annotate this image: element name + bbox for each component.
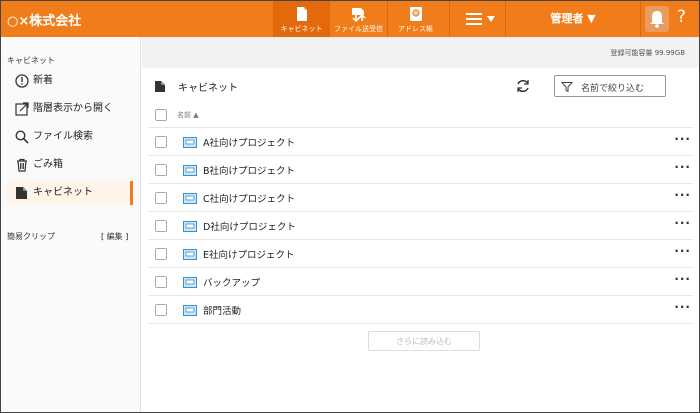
table-header: 名前 ▲ xyxy=(154,107,689,125)
folder-icon xyxy=(183,277,197,288)
more-options-icon[interactable]: ··· xyxy=(674,244,691,258)
list-divider xyxy=(148,323,693,324)
cabinet-icon xyxy=(155,81,165,92)
menu-button[interactable] xyxy=(449,1,505,37)
file-transfer-icon xyxy=(351,8,366,22)
nav-file-transfer-label: ファイル送受信 xyxy=(334,25,383,33)
folder-icon xyxy=(183,249,197,260)
row-checkbox[interactable] xyxy=(155,136,167,148)
table-row[interactable]: E社向けプロジェクト ··· xyxy=(148,239,693,267)
cabinet-icon xyxy=(296,7,307,21)
folder-icon xyxy=(183,221,197,232)
nav-file-transfer[interactable]: ファイル送受信 xyxy=(329,1,387,37)
external-link-icon xyxy=(15,102,29,116)
clip-title: 簡易クリップ xyxy=(7,232,55,241)
more-options-icon[interactable]: ··· xyxy=(674,300,691,314)
nav-cabinet-label: キャビネット xyxy=(280,25,323,33)
quota-bar: 登録可能容量 99.99GB xyxy=(142,37,699,68)
hamburger-menu-icon xyxy=(466,13,495,25)
search-icon xyxy=(15,130,29,144)
folder-icon xyxy=(183,137,197,148)
folder-name[interactable]: E社向けプロジェクト xyxy=(203,247,295,261)
more-options-icon[interactable]: ··· xyxy=(674,272,691,286)
sidebar-item-label: キャビネット xyxy=(33,187,93,198)
nav-address-book[interactable]: @ アドレス帳 xyxy=(387,1,443,37)
table-row[interactable]: D社向けプロジェクト ··· xyxy=(148,211,693,239)
sidebar-item-trash[interactable]: ごみ箱 xyxy=(7,153,133,177)
app-window: ○×株式会社 キャビネット ファイル送受信 @ アドレス帳 管理者 ▼ ? キャ… xyxy=(0,0,700,413)
folder-name[interactable]: バックアップ xyxy=(203,275,260,289)
folder-name[interactable]: B社向けプロジェクト xyxy=(203,163,295,177)
more-options-icon[interactable]: ··· xyxy=(674,160,691,174)
table-row[interactable]: 部門活動 ··· xyxy=(148,295,693,323)
address-book-icon: @ xyxy=(409,7,422,21)
sidebar: キャビネット 新着 階層表示から開く ファイル検索 ごみ箱 キャビネット 簡易ク… xyxy=(1,37,141,412)
row-checkbox[interactable] xyxy=(155,192,167,204)
main-content: 登録可能容量 99.99GB キャビネット 名前で絞り込む 名前 ▲ A社向けプ… xyxy=(142,37,699,412)
filter-icon xyxy=(561,82,573,93)
column-name-sort[interactable]: 名前 ▲ xyxy=(177,110,199,120)
sidebar-item-label: 階層表示から開く xyxy=(33,103,113,114)
select-all-checkbox[interactable] xyxy=(155,109,167,121)
table-row[interactable]: A社向けプロジェクト ··· xyxy=(148,127,693,155)
folder-name[interactable]: A社向けプロジェクト xyxy=(203,135,295,149)
sidebar-item-search[interactable]: ファイル検索 xyxy=(7,125,133,149)
refresh-icon[interactable] xyxy=(516,79,530,93)
svg-text:@: @ xyxy=(413,11,418,17)
sidebar-item-label: 新着 xyxy=(33,75,53,86)
row-checkbox[interactable] xyxy=(155,220,167,232)
filter-placeholder: 名前で絞り込む xyxy=(581,84,645,94)
row-checkbox[interactable] xyxy=(155,248,167,260)
load-more-button[interactable]: さらに読み込む xyxy=(368,331,480,351)
folder-icon xyxy=(183,193,197,204)
top-header: ○×株式会社 キャビネット ファイル送受信 @ アドレス帳 管理者 ▼ ? xyxy=(1,1,699,37)
nav-cabinet[interactable]: キャビネット xyxy=(273,1,329,37)
sidebar-item-tree-open[interactable]: 階層表示から開く xyxy=(7,97,133,121)
more-options-icon[interactable]: ··· xyxy=(674,132,691,146)
table-row[interactable]: バックアップ ··· xyxy=(148,267,693,295)
sidebar-item-new[interactable]: 新着 xyxy=(7,69,133,93)
table-row[interactable]: B社向けプロジェクト ··· xyxy=(148,155,693,183)
filter-input[interactable]: 名前で絞り込む xyxy=(554,75,666,97)
sidebar-item-label: ファイル検索 xyxy=(33,131,93,142)
clip-edit-link[interactable]: [ 編集 ] xyxy=(101,231,128,242)
folder-list: A社向けプロジェクト ··· B社向けプロジェクト ··· C社向けプロジェクト… xyxy=(148,127,693,324)
sidebar-item-label: ごみ箱 xyxy=(33,159,63,170)
more-options-icon[interactable]: ··· xyxy=(674,216,691,230)
folder-name[interactable]: 部門活動 xyxy=(203,303,241,317)
user-menu-button[interactable]: 管理者 ▼ xyxy=(505,1,641,37)
row-checkbox[interactable] xyxy=(155,164,167,176)
folder-icon xyxy=(183,165,197,176)
notification-button[interactable] xyxy=(645,6,669,32)
folder-icon xyxy=(183,305,197,316)
nav-address-book-label: アドレス帳 xyxy=(398,25,433,33)
help-button[interactable]: ? xyxy=(677,7,686,27)
bell-icon xyxy=(650,11,664,28)
alert-circle-icon xyxy=(15,74,29,88)
sidebar-item-cabinet[interactable]: キャビネット xyxy=(7,181,133,205)
storage-quota: 登録可能容量 99.99GB xyxy=(610,49,686,57)
cabinet-icon xyxy=(16,187,27,199)
row-checkbox[interactable] xyxy=(155,304,167,316)
folder-name[interactable]: C社向けプロジェクト xyxy=(203,191,295,205)
table-row[interactable]: C社向けプロジェクト ··· xyxy=(148,183,693,211)
folder-name[interactable]: D社向けプロジェクト xyxy=(203,219,296,233)
sidebar-title: キャビネット xyxy=(7,56,55,65)
company-logo: ○×株式会社 xyxy=(7,14,82,29)
row-checkbox[interactable] xyxy=(155,276,167,288)
trash-icon xyxy=(17,158,27,172)
more-options-icon[interactable]: ··· xyxy=(674,188,691,202)
page-title: キャビネット xyxy=(178,83,238,94)
